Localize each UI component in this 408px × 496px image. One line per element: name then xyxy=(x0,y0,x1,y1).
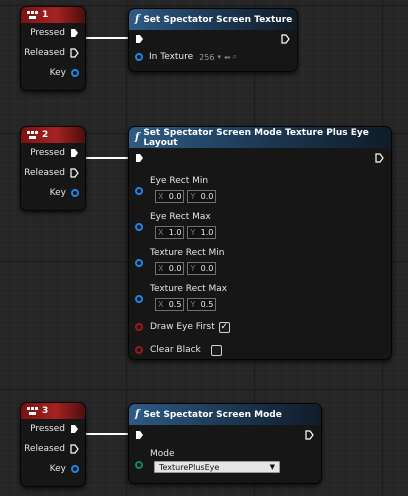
in-texture-label: In Texture xyxy=(149,52,194,62)
pin-released[interactable]: Released xyxy=(21,163,85,183)
pin-key[interactable]: Key xyxy=(21,63,85,83)
texture-rect-min-label: Texture Rect Min xyxy=(150,248,225,258)
exec-pin-filled-icon[interactable] xyxy=(70,148,79,158)
browse-search-icon[interactable]: ⌕ xyxy=(233,52,237,62)
event-header[interactable]: 1 xyxy=(21,7,85,23)
event-title: 1 xyxy=(42,10,49,20)
texture-rect-max-label: Texture Rect Max xyxy=(150,284,228,294)
pin-released[interactable]: Released xyxy=(21,439,85,459)
eye-rect-min-y-field[interactable]: Y 0.0 xyxy=(187,190,217,203)
enum-pin-icon[interactable] xyxy=(135,461,143,469)
bool-pin-icon[interactable] xyxy=(135,346,143,354)
key-pin-icon[interactable] xyxy=(71,465,79,473)
key-event-node-3[interactable]: 3 Pressed Released Key xyxy=(20,402,86,487)
texture-rect-max-x-field[interactable]: X 0.5 xyxy=(155,298,185,311)
mode-select[interactable]: TexturePlusEye ▼ xyxy=(154,461,280,473)
draw-eye-first-label: Draw Eye First xyxy=(150,322,215,332)
set-spectator-screen-mode-texture-plus-eye-layout-node[interactable]: f Set Spectator Screen Mode Texture Plus… xyxy=(128,126,392,360)
vector-pin-icon[interactable] xyxy=(135,259,143,267)
bool-pin-icon[interactable] xyxy=(135,323,143,331)
vector-pin-icon[interactable] xyxy=(135,223,143,231)
set-spectator-screen-mode-node[interactable]: f Set Spectator Screen Mode Mode Texture… xyxy=(128,403,322,484)
event-header[interactable]: 3 xyxy=(21,403,85,419)
exec-pin-empty-icon[interactable] xyxy=(70,168,79,178)
exec-pin-empty-icon[interactable] xyxy=(70,48,79,58)
pin-key[interactable]: Key xyxy=(21,459,85,479)
function-header[interactable]: f Set Spectator Screen Mode xyxy=(129,404,321,425)
draw-eye-first-row[interactable]: Draw Eye First ✓ xyxy=(129,316,391,338)
texture-rect-min-y-field[interactable]: Y 0.0 xyxy=(187,262,217,275)
key-event-node-2[interactable]: 2 Pressed Released Key xyxy=(20,126,86,211)
event-title: 3 xyxy=(42,406,49,416)
function-icon: f xyxy=(135,132,140,143)
clear-black-label: Clear Black xyxy=(150,345,201,355)
eye-rect-max-label: Eye Rect Max xyxy=(150,212,211,222)
event-title: 2 xyxy=(42,130,49,140)
mode-row[interactable]: Mode TexturePlusEye ▼ xyxy=(129,445,321,481)
use-selected-arrow-icon[interactable]: ⬅ xyxy=(224,53,231,62)
vector-pin-icon[interactable] xyxy=(135,295,143,303)
key-event-node-1[interactable]: 1 Pressed Released Key xyxy=(20,6,86,91)
draw-eye-first-checkbox[interactable]: ✓ xyxy=(218,321,230,333)
texture-rect-min-x-field[interactable]: X 0.0 xyxy=(155,262,185,275)
mode-label: Mode xyxy=(150,449,175,459)
pin-pressed[interactable]: Pressed xyxy=(21,23,85,43)
event-header[interactable]: 2 xyxy=(21,127,85,143)
exec-out-pin-icon[interactable] xyxy=(305,430,314,440)
pin-released[interactable]: Released xyxy=(21,43,85,63)
dropdown-arrow-icon[interactable]: ▾ xyxy=(217,53,221,61)
eye-rect-min-row[interactable]: Eye Rect Min X 0.0 Y 0.0 xyxy=(129,172,391,208)
keyboard-icon xyxy=(27,10,38,20)
eye-rect-max-y-field[interactable]: Y 1.0 xyxy=(187,226,217,239)
mode-select-value: TexturePlusEye xyxy=(159,462,220,472)
pin-pressed[interactable]: Pressed xyxy=(21,143,85,163)
exec-pin-empty-icon[interactable] xyxy=(70,444,79,454)
texture-rect-max-row[interactable]: Texture Rect Max X 0.5 Y 0.5 xyxy=(129,280,391,316)
function-title: Set Spectator Screen Mode xyxy=(143,409,282,420)
texture-rect-max-y-field[interactable]: Y 0.5 xyxy=(187,298,217,311)
exec-out-pin-icon[interactable] xyxy=(375,153,384,163)
eye-rect-min-x-field[interactable]: X 0.0 xyxy=(155,190,185,203)
function-header[interactable]: f Set Spectator Screen Texture xyxy=(129,9,297,30)
keyboard-icon xyxy=(27,406,38,416)
exec-pin-filled-icon[interactable] xyxy=(70,28,79,38)
pin-key[interactable]: Key xyxy=(21,183,85,203)
texture-rect-min-row[interactable]: Texture Rect Min X 0.0 Y 0.0 xyxy=(129,244,391,280)
vector-pin-icon[interactable] xyxy=(135,187,143,195)
eye-rect-min-label: Eye Rect Min xyxy=(150,176,209,186)
function-header[interactable]: f Set Spectator Screen Mode Texture Plus… xyxy=(129,127,391,148)
key-pin-icon[interactable] xyxy=(71,69,79,77)
function-title: Set Spectator Screen Mode Texture Plus E… xyxy=(143,127,369,148)
texture-size-value: 256 xyxy=(199,52,215,62)
keyboard-icon xyxy=(27,130,38,140)
pin-pressed[interactable]: Pressed xyxy=(21,419,85,439)
exec-in-pin-icon[interactable] xyxy=(135,34,144,44)
exec-pin-filled-icon[interactable] xyxy=(70,424,79,434)
chevron-down-icon: ▼ xyxy=(269,463,275,471)
clear-black-checkbox[interactable] xyxy=(210,344,222,356)
key-pin-icon[interactable] xyxy=(71,189,79,197)
in-texture-row[interactable]: In Texture 256 ▾ ⬅ ⌕ xyxy=(129,52,297,62)
exec-in-pin-icon[interactable] xyxy=(135,430,144,440)
exec-in-pin-icon[interactable] xyxy=(135,153,144,163)
function-icon: f xyxy=(135,14,140,25)
function-title: Set Spectator Screen Texture xyxy=(143,14,293,25)
clear-black-row[interactable]: Clear Black xyxy=(129,338,391,362)
function-icon: f xyxy=(135,409,140,420)
eye-rect-max-x-field[interactable]: X 1.0 xyxy=(155,226,185,239)
exec-out-pin-icon[interactable] xyxy=(281,34,290,44)
set-spectator-screen-texture-node[interactable]: f Set Spectator Screen Texture In Textur… xyxy=(128,8,298,72)
texture-pin-icon[interactable] xyxy=(135,53,143,61)
eye-rect-max-row[interactable]: Eye Rect Max X 1.0 Y 1.0 xyxy=(129,208,391,244)
